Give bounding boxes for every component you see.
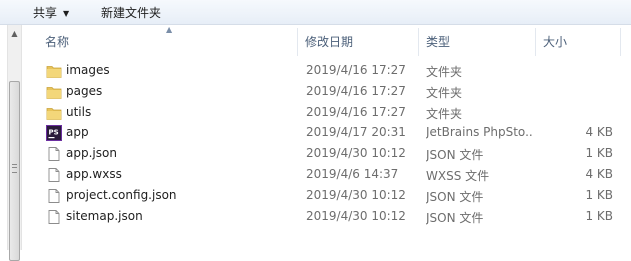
- file-type: 文件夹: [426, 65, 463, 79]
- file-name: sitemap.json: [66, 208, 143, 223]
- column-header-size[interactable]: 大小: [543, 33, 567, 50]
- navigation-scrollbar[interactable]: ▲: [7, 25, 22, 261]
- column-header-type[interactable]: 类型: [426, 33, 450, 50]
- file-name: app: [66, 125, 89, 140]
- scroll-up-arrow-icon[interactable]: ▲: [8, 27, 21, 41]
- file-type: 文件夹: [426, 85, 463, 100]
- sort-ascending-icon: ▲: [166, 25, 173, 34]
- column-divider[interactable]: [620, 28, 621, 56]
- file-row[interactable]: project.config.json 2019/4/30 10:12 JSON…: [29, 186, 631, 207]
- command-bar: 共享 ▼ 新建文件夹: [0, 0, 631, 25]
- column-divider[interactable]: [297, 28, 298, 56]
- file-row[interactable]: app.wxss 2019/4/6 14:37 WXSS 文件 4 KB: [29, 165, 631, 186]
- file-modified: 2019/4/30 10:12: [306, 187, 406, 202]
- file-row[interactable]: pages 2019/4/16 17:27 文件夹: [29, 82, 631, 103]
- file-list: images 2019/4/16 17:27 文件夹 pages 2019/4/…: [29, 61, 631, 227]
- column-header-name[interactable]: 名称: [45, 33, 69, 50]
- file-modified: 2019/4/6 14:37: [306, 166, 399, 181]
- share-button-label: 共享: [33, 6, 58, 20]
- column-divider[interactable]: [535, 28, 536, 56]
- file-modified: 2019/4/16 17:27: [306, 83, 406, 98]
- new-folder-button[interactable]: 新建文件夹: [101, 4, 161, 21]
- document-icon: [48, 147, 60, 162]
- file-modified: 2019/4/30 10:12: [306, 208, 406, 223]
- file-row[interactable]: app.json 2019/4/30 10:12 JSON 文件 1 KB: [29, 144, 631, 165]
- document-icon: [48, 188, 60, 203]
- document-icon: [48, 209, 60, 224]
- folder-icon: [46, 66, 62, 78]
- column-divider[interactable]: [418, 28, 419, 56]
- share-button[interactable]: 共享 ▼: [33, 4, 69, 21]
- folder-icon: [46, 107, 62, 120]
- file-modified: 2019/4/30 10:12: [306, 146, 406, 161]
- file-row[interactable]: images 2019/4/16 17:27 文件夹: [29, 61, 631, 82]
- column-header-row: ▲ 名称 修改日期 类型 大小: [29, 25, 631, 57]
- file-name: images: [66, 63, 110, 77]
- file-name: app.json: [66, 146, 117, 161]
- file-type: JSON 文件: [426, 148, 484, 163]
- file-modified: 2019/4/16 17:27: [306, 104, 406, 119]
- chevron-down-icon: ▼: [63, 9, 70, 18]
- file-name: project.config.json: [66, 187, 177, 202]
- file-name: utils: [66, 104, 92, 119]
- file-modified: 2019/4/16 17:27: [306, 63, 406, 77]
- file-size: 1 KB: [585, 146, 613, 161]
- file-row[interactable]: PS app 2019/4/17 20:31 JetBrains PhpSto.…: [29, 123, 631, 144]
- file-name: app.wxss: [66, 166, 122, 181]
- column-header-modified[interactable]: 修改日期: [305, 33, 353, 50]
- document-icon: [48, 168, 60, 182]
- file-modified: 2019/4/17 20:31: [306, 125, 406, 140]
- file-row[interactable]: utils 2019/4/16 17:27 文件夹: [29, 103, 631, 124]
- file-name: pages: [66, 83, 103, 98]
- file-size: 4 KB: [585, 125, 613, 140]
- file-type: 文件夹: [426, 106, 463, 121]
- file-size: 1 KB: [585, 187, 613, 202]
- file-size: 4 KB: [585, 166, 613, 181]
- phpstorm-icon: PS: [46, 125, 62, 142]
- scrollbar-thumb[interactable]: [9, 81, 20, 261]
- svg-text:PS: PS: [49, 129, 59, 137]
- file-type: WXSS 文件: [426, 168, 490, 183]
- file-size: 1 KB: [585, 208, 613, 223]
- navigation-pane: ▲: [0, 25, 28, 261]
- folder-icon: [46, 86, 62, 99]
- grip-icon: [12, 164, 17, 173]
- file-type: JSON 文件: [426, 189, 484, 204]
- file-type: JSON 文件: [426, 210, 484, 225]
- file-type: JetBrains PhpSto...: [426, 125, 534, 140]
- file-row[interactable]: sitemap.json 2019/4/30 10:12 JSON 文件 1 K…: [29, 207, 631, 228]
